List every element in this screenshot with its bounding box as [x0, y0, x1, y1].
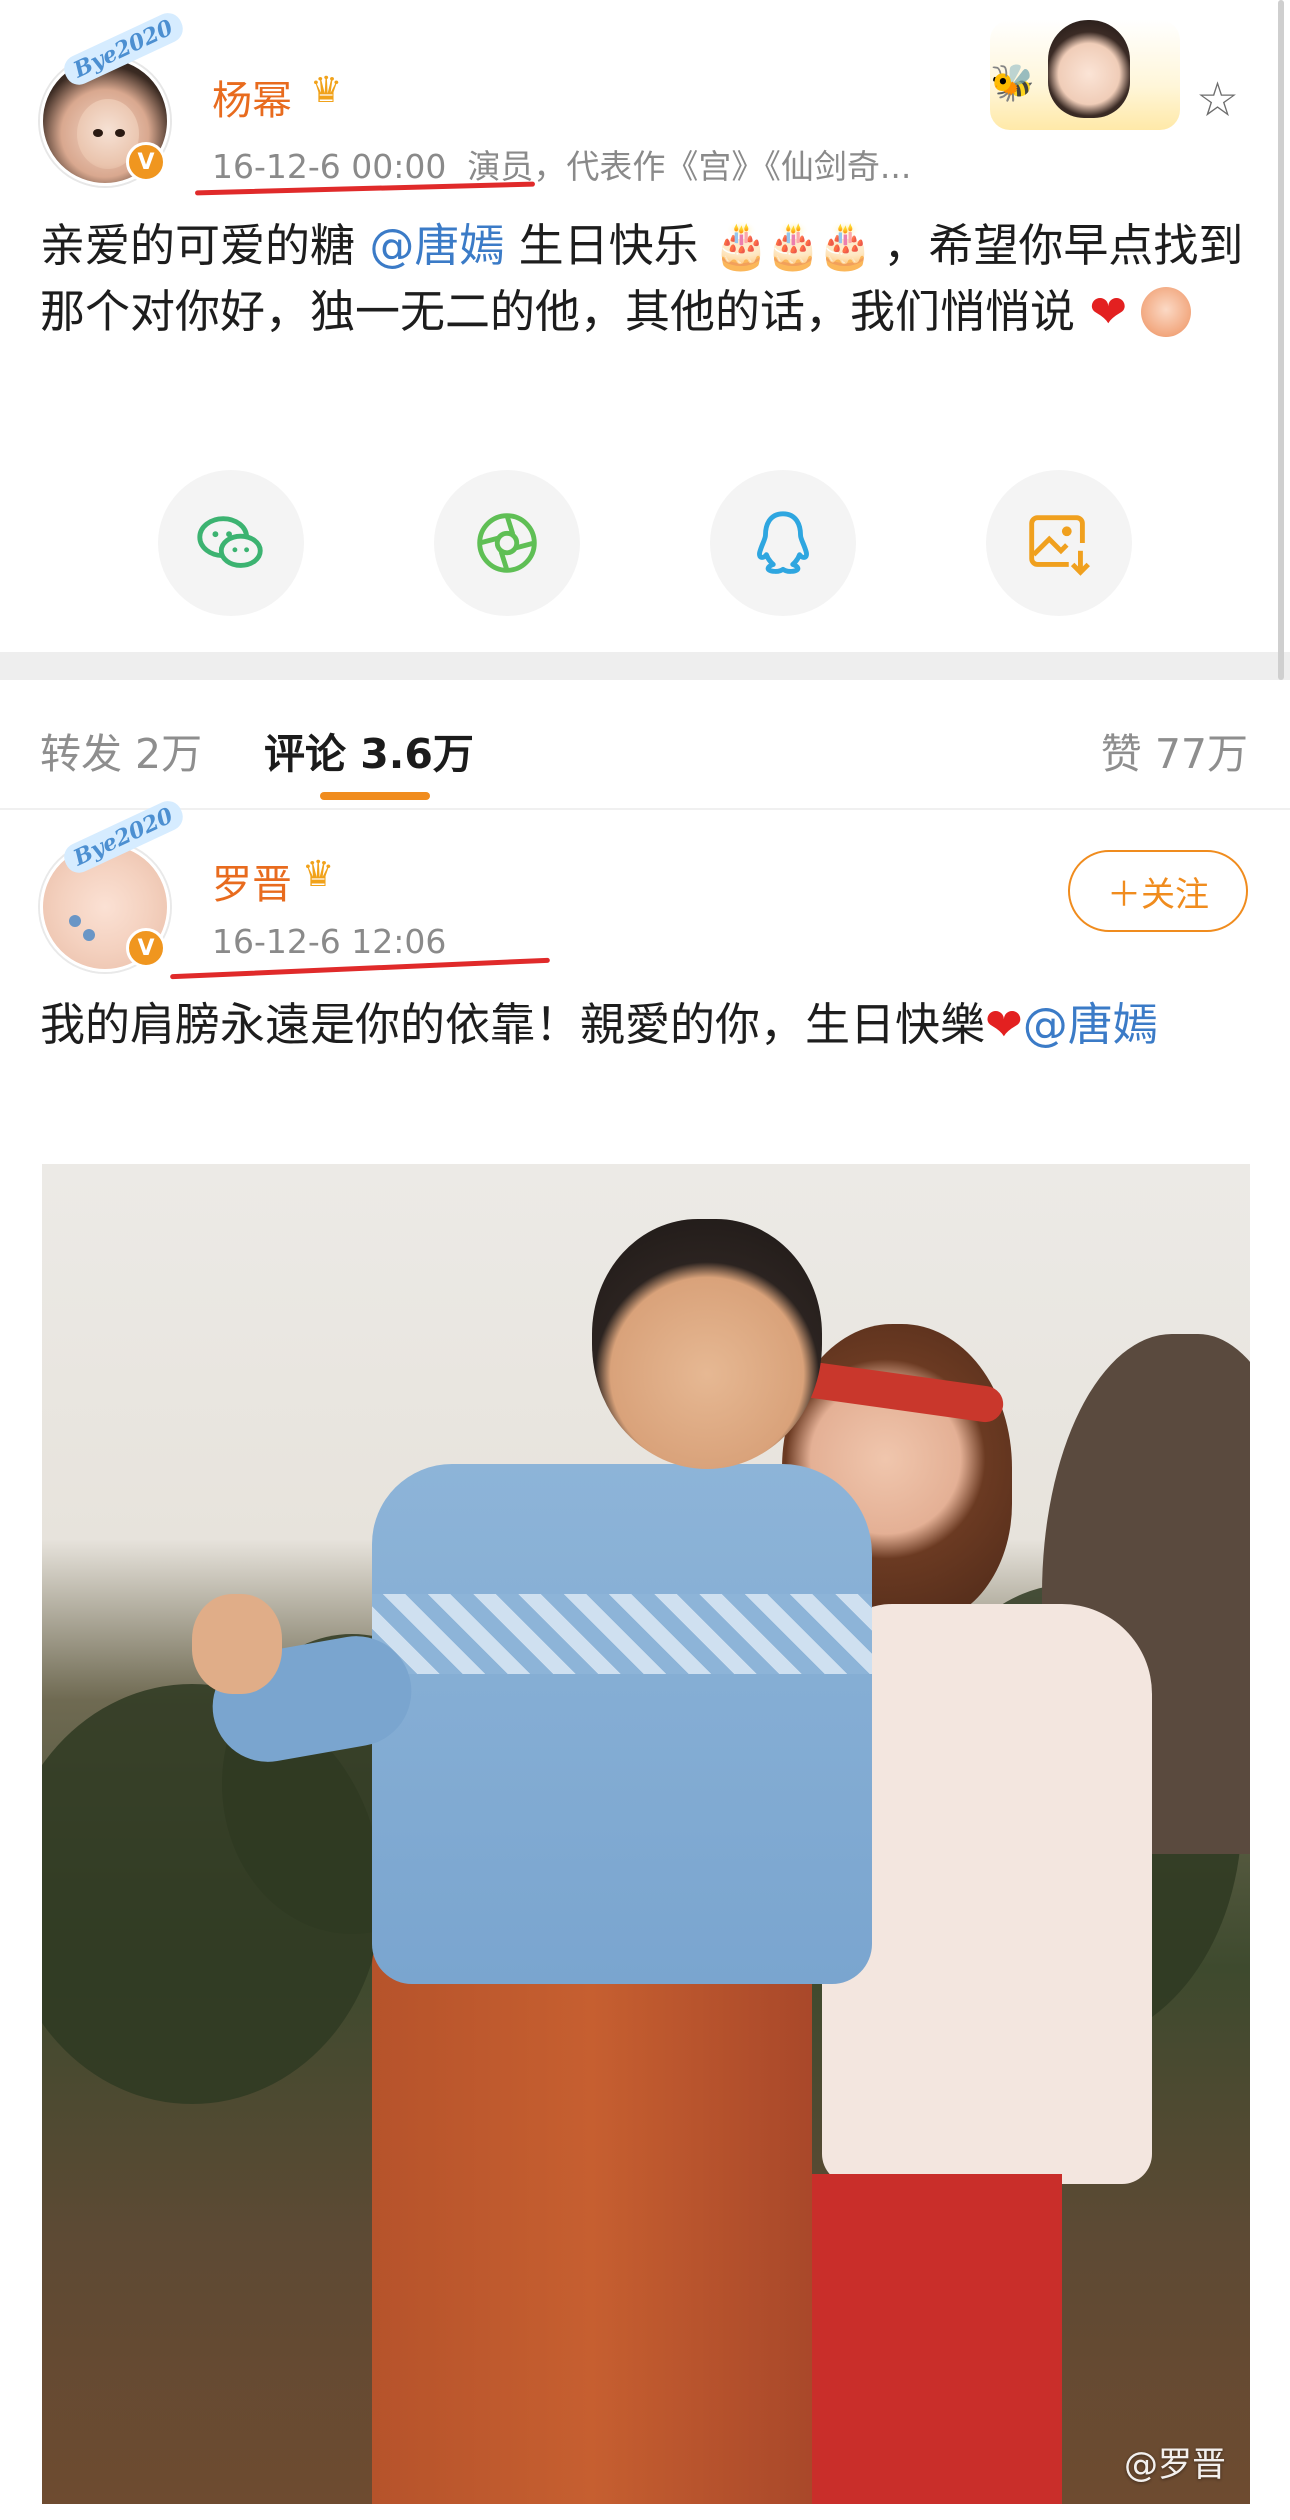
- photo-boy-sweater: [372, 1464, 872, 1984]
- interaction-tabs: 转发 2万 评论 3.6万 赞 77万: [0, 680, 1290, 810]
- save-image-button[interactable]: [986, 470, 1132, 616]
- photo-watermark: @罗晋: [1124, 2445, 1226, 2485]
- share-moments-button[interactable]: [434, 470, 580, 616]
- post-time: 16-12-6 00:00: [212, 147, 447, 186]
- avatar-eye: [115, 129, 125, 137]
- photo-boy-hand: [192, 1594, 282, 1694]
- photo-boy-pants: [372, 1924, 812, 2504]
- qq-icon: [757, 511, 809, 574]
- favorite-star-icon[interactable]: ☆: [1196, 72, 1239, 128]
- cake-emoji-icons: 🎂🎂🎂: [712, 219, 873, 272]
- comment-photo[interactable]: @罗晋: [42, 1164, 1250, 2504]
- moments-icon: [477, 513, 537, 573]
- card-decoration: 🐝: [990, 20, 1180, 130]
- crown-icon: ♛: [302, 854, 335, 895]
- avatar-dot: [69, 915, 81, 927]
- comment-text: 我的肩膀永遠是你的依靠！親愛的你，生日快樂❤@唐嫣: [40, 992, 1250, 1058]
- bee-icon: 🐝: [990, 63, 1035, 104]
- post-card: Bye2020 V 杨幂 ♛ 16-12-6 00:00 演员，代表作《宫》《仙…: [0, 0, 1290, 648]
- follow-button[interactable]: ＋关注: [1068, 850, 1248, 932]
- scrollbar[interactable]: [1278, 0, 1284, 680]
- tab-repost[interactable]: 转发 2万: [40, 720, 202, 780]
- tab-comment[interactable]: 评论 3.6万: [264, 720, 474, 780]
- decoration-portrait: [1048, 20, 1130, 118]
- share-wechat-button[interactable]: [158, 470, 304, 616]
- active-tab-indicator: [320, 792, 430, 800]
- photo-boy-head: [592, 1219, 822, 1469]
- commenter-name[interactable]: 罗晋: [212, 852, 292, 910]
- comment-text-part: 我的肩膀永遠是你的依靠！親愛的你，生日快樂: [40, 998, 986, 1051]
- share-qq-button[interactable]: [710, 470, 856, 616]
- comment-time: 16-12-6 12:06: [212, 922, 447, 961]
- sweater-pattern: [372, 1594, 872, 1674]
- verified-badge: V: [126, 142, 166, 182]
- verified-badge: V: [126, 928, 166, 968]
- mention-link[interactable]: @唐嫣: [1023, 998, 1158, 1051]
- heart-emoji-icon: ❤: [1089, 285, 1128, 338]
- post-meta: 16-12-6 00:00 演员，代表作《宫》《仙剑奇...: [212, 140, 972, 188]
- post-text: 亲爱的可爱的糖 @唐嫣 生日快乐 🎂🎂🎂 ，希望你早点找到那个对你好，独一无二的…: [40, 213, 1250, 345]
- mention-link[interactable]: @唐嫣: [369, 219, 504, 272]
- post-text-part: 亲爱的可爱的糖: [40, 219, 356, 272]
- author-description: 演员，代表作《宫》《仙剑奇...: [467, 147, 912, 186]
- tab-like[interactable]: 赞 77万: [1101, 720, 1248, 780]
- avatar-eye: [93, 129, 103, 137]
- post-text-part: 生日快乐: [518, 219, 699, 272]
- section-divider: [0, 652, 1290, 680]
- cute-emoji-icon: [1141, 287, 1192, 337]
- save-image-icon: [1029, 515, 1090, 576]
- crown-icon: ♛: [310, 70, 343, 111]
- heart-emoji-icon: ❤: [985, 998, 1023, 1051]
- author-name[interactable]: 杨幂: [212, 68, 292, 126]
- wechat-icon: [197, 516, 263, 568]
- avatar-dot: [83, 929, 95, 941]
